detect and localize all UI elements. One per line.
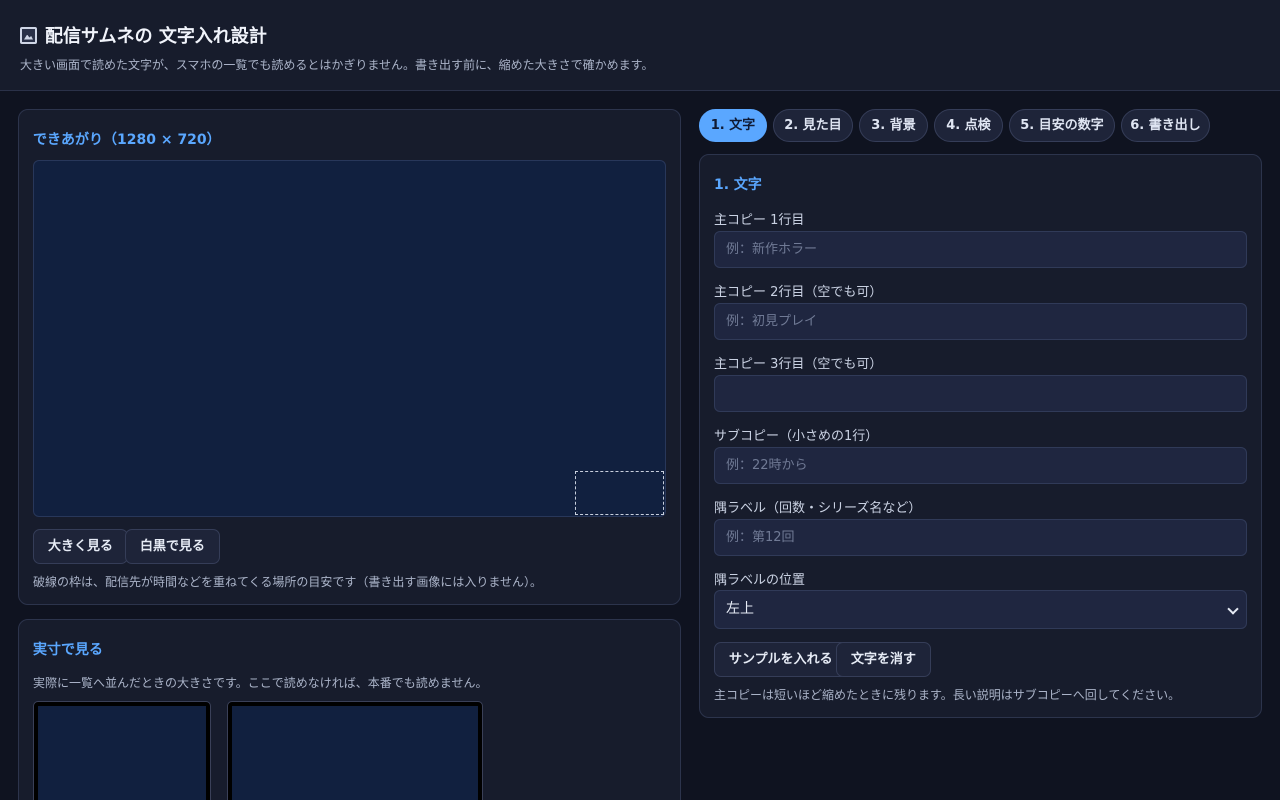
grayscale-view-button[interactable]: 白黒で見る bbox=[125, 529, 221, 564]
app-header: 配信サムネの 文字入れ設計 大きい画面で読めた文字が、スマホの一覧でも読めるとは… bbox=[0, 0, 1280, 91]
sub-copy-input[interactable] bbox=[714, 447, 1247, 484]
corner-label-label: 隅ラベル（回数・シリーズ名など） bbox=[714, 501, 922, 516]
preview-card-title: できあがり（1280 × 720） bbox=[33, 132, 221, 148]
text-form-title: 1. 文字 bbox=[714, 177, 762, 193]
thumbnail-preview[interactable] bbox=[33, 160, 666, 517]
preview-note: 破線の枠は、配信先が時間などを重ねてくる場所の目安です（書き出す画像には入りませ… bbox=[33, 575, 543, 589]
corner-position-label: 隅ラベルの位置 bbox=[714, 573, 806, 588]
sub-copy-label: サブコピー（小さめの1行） bbox=[714, 429, 879, 444]
image-icon bbox=[20, 26, 37, 44]
main-copy-line2-label: 主コピー 2行目（空でも可） bbox=[714, 285, 883, 300]
text-form-card: 1. 文字 主コピー 1行目 主コピー 2行目（空でも可） 主コピー 3行目（空… bbox=[699, 154, 1262, 718]
app-title-text: 配信サムネの 文字入れ設計 bbox=[45, 26, 267, 47]
app-title: 配信サムネの 文字入れ設計 bbox=[20, 22, 267, 48]
actual-size-title: 実寸で見る bbox=[33, 642, 103, 658]
insert-sample-button[interactable]: サンプルを入れる bbox=[714, 642, 848, 677]
main-copy-line1-input[interactable] bbox=[714, 231, 1247, 268]
chevron-down-icon bbox=[1227, 603, 1239, 615]
main-copy-line3-input[interactable] bbox=[714, 375, 1247, 412]
tab-appearance[interactable]: 2. 見た目 bbox=[773, 109, 853, 142]
tab-background[interactable]: 3. 背景 bbox=[859, 109, 928, 142]
corner-label-input[interactable] bbox=[714, 519, 1247, 556]
thumbnail-small bbox=[33, 701, 211, 800]
main-copy-line2-input[interactable] bbox=[714, 303, 1247, 340]
main-copy-line3-label: 主コピー 3行目（空でも可） bbox=[714, 357, 883, 372]
corner-position-value: 左上 bbox=[726, 601, 754, 617]
actual-size-note: 実際に一覧へ並んだときの大きさです。ここで読めなければ、本番でも読めません。 bbox=[33, 676, 488, 690]
app-subtitle: 大きい画面で読めた文字が、スマホの一覧でも読めるとはかぎりません。書き出す前に、… bbox=[20, 58, 654, 72]
clear-text-button[interactable]: 文字を消す bbox=[836, 642, 932, 677]
zoom-view-button[interactable]: 大きく見る bbox=[33, 529, 129, 564]
thumbnail-medium bbox=[227, 701, 483, 800]
preview-card: できあがり（1280 × 720） 大きく見る 白黒で見る 破線の枠は、配信先が… bbox=[18, 109, 681, 605]
tab-text[interactable]: 1. 文字 bbox=[699, 109, 767, 142]
form-note: 主コピーは短いほど縮めたときに残ります。長い説明はサブコピーへ回してください。 bbox=[714, 688, 1181, 702]
tab-reference-numbers[interactable]: 5. 目安の数字 bbox=[1009, 109, 1115, 142]
tab-export[interactable]: 6. 書き出し bbox=[1121, 109, 1210, 142]
main-copy-line1-label: 主コピー 1行目 bbox=[714, 213, 805, 228]
actual-size-card: 実寸で見る 実際に一覧へ並んだときの大きさです。ここで読めなければ、本番でも読め… bbox=[18, 619, 681, 800]
tab-inspection[interactable]: 4. 点検 bbox=[934, 109, 1003, 142]
corner-position-select[interactable]: 左上 bbox=[714, 590, 1247, 629]
overlay-safe-zone bbox=[575, 471, 664, 515]
thumbnail-medium-canvas bbox=[232, 706, 478, 800]
thumbnail-small-canvas bbox=[38, 706, 206, 800]
